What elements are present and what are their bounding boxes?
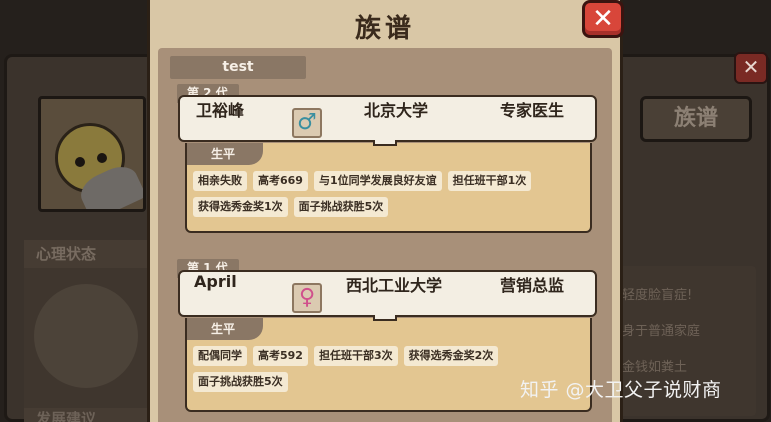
female-gender-icon: ♀ [292, 283, 322, 313]
development-advice-heading: 发展建议 [24, 408, 154, 422]
life-event-tag: 获得选秀金奖2次 [403, 346, 499, 366]
close-button[interactable]: ✕ [582, 0, 624, 38]
life-event-tag: 高考592 [253, 346, 308, 366]
family-tree-tab: 族谱 [640, 96, 752, 142]
life-event-tag: 相亲失败 [193, 171, 247, 191]
mental-state-gauge [34, 284, 138, 388]
trait-line: 金钱如粪土 [622, 360, 688, 375]
player-name-label: test [170, 56, 306, 79]
card-connector [373, 140, 397, 146]
university: 北京大学 [364, 101, 429, 120]
life-events-heading: 生平 [187, 318, 263, 340]
life-event-tag: 面子挑战获胜5次 [293, 197, 389, 217]
dialog-title: 族谱 [354, 14, 415, 44]
person-name: 卫裕峰 [196, 101, 245, 120]
watermark-text: 知乎 @大卫父子说财商 [520, 379, 722, 401]
person-info-card[interactable]: April ♀ 西北工业大学 营销总监 [178, 270, 597, 317]
male-gender-icon: ♂ [292, 108, 322, 138]
close-icon: ✕ [592, 4, 614, 34]
eye-right [97, 153, 107, 163]
occupation: 营销总监 [500, 276, 565, 295]
character-avatar [38, 96, 146, 212]
life-event-tag: 获得选秀金奖1次 [193, 197, 288, 217]
life-events-panel: 生平 相亲失败 高考669 与1位同学发展良好友谊 担任班干部1次 获得选秀金奖… [185, 143, 592, 233]
mental-state-heading: 心理状态 [24, 240, 154, 268]
person-info-card[interactable]: 卫裕峰 ♂ 北京大学 专家医生 [178, 95, 597, 142]
eye-left [75, 157, 85, 167]
occupation: 专家医生 [500, 101, 565, 120]
card-connector [373, 315, 397, 321]
trait-line: 身于普通家庭 [622, 324, 701, 339]
life-event-tag: 担任班干部1次 [447, 171, 532, 191]
background-close-icon: ✕ [734, 52, 768, 84]
life-events-heading: 生平 [187, 143, 263, 165]
life-event-tag: 配偶同学 [193, 346, 247, 366]
trait-line: 轻度脸盲症! [622, 288, 693, 303]
life-event-tag: 与1位同学发展良好友谊 [313, 171, 442, 191]
person-name: April [194, 272, 237, 291]
life-events-list: 相亲失败 高考669 与1位同学发展良好友谊 担任班干部1次 获得选秀金奖1次 … [193, 171, 589, 217]
life-event-tag: 面子挑战获胜5次 [193, 372, 288, 392]
generation-card: 第 2 代 卫裕峰 ♂ 北京大学 专家医生 生平 相亲失败 高考669 与1位同… [177, 84, 598, 244]
university: 西北工业大学 [346, 276, 443, 295]
life-event-tag: 担任班干部3次 [313, 346, 398, 366]
life-event-tag: 高考669 [253, 171, 308, 191]
